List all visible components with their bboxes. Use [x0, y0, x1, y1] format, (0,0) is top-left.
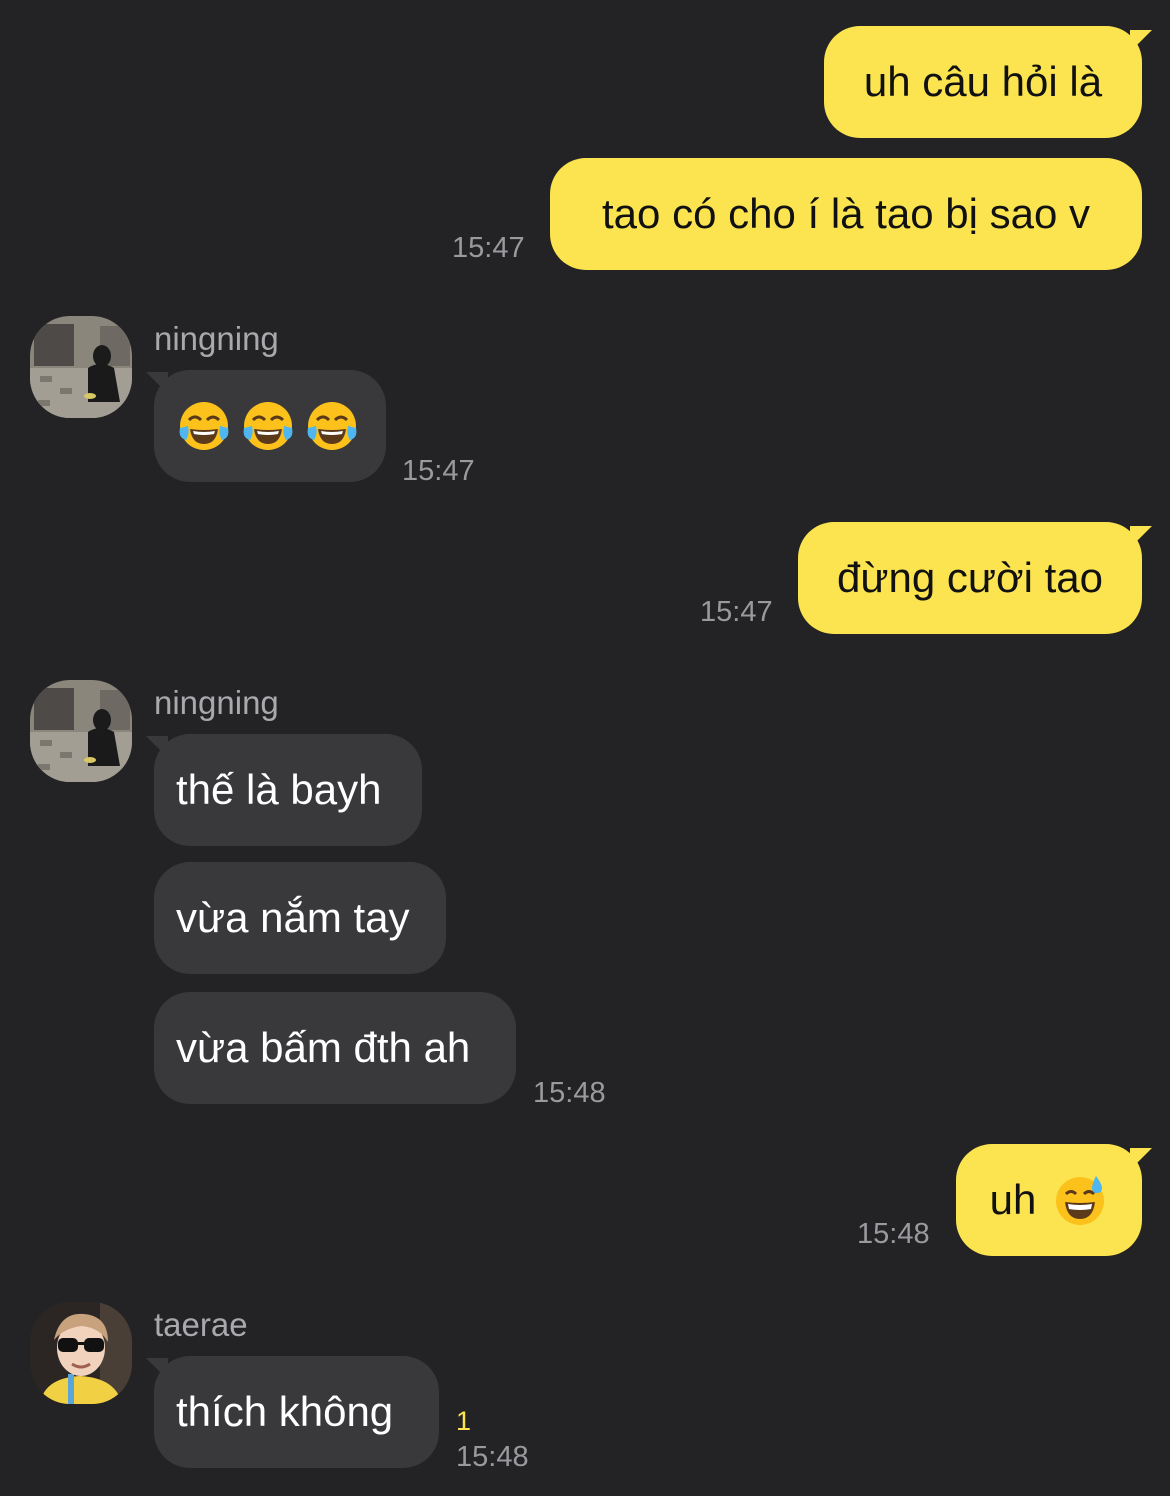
- sender-name: ningning: [154, 320, 279, 357]
- message-timestamp: 15:47: [700, 596, 773, 628]
- bubble-tail: [1130, 1148, 1152, 1170]
- message-text: uh câu hỏi là: [863, 58, 1103, 105]
- their-message-bubble[interactable]: vừa nắm tay: [154, 862, 446, 974]
- avatar-ningning[interactable]: [30, 680, 132, 782]
- avatar-ningning[interactable]: [30, 316, 132, 418]
- my-message-bubble[interactable]: uh câu hỏi là: [824, 26, 1142, 138]
- message-timestamp: 15:48: [857, 1218, 930, 1250]
- face-with-tears-of-joy-emoji: [179, 402, 229, 450]
- avatar-photo: [30, 680, 132, 782]
- message-text: uh: [989, 1176, 1037, 1223]
- bubble-tail: [1130, 30, 1152, 52]
- their-message-bubble[interactable]: thích không: [154, 1356, 439, 1468]
- message-timestamp: 15:47: [452, 232, 525, 264]
- message-timestamp: 15:47: [402, 455, 475, 487]
- their-message-bubble[interactable]: thế là bayh: [154, 734, 422, 846]
- face-with-tears-of-joy-emoji: [243, 402, 293, 450]
- unread-count: 1: [456, 1406, 472, 1436]
- their-message-bubble[interactable]: vừa bấm đth ah: [154, 992, 516, 1104]
- sender-name: ningning: [154, 684, 279, 721]
- avatar-photo: [30, 1302, 132, 1404]
- message-text: vừa nắm tay: [176, 894, 410, 941]
- my-message-bubble[interactable]: tao có cho í là tao bị sao v: [550, 158, 1142, 270]
- grinning-face-with-sweat-emoji: [1056, 1176, 1105, 1225]
- their-message-bubble[interactable]: [154, 370, 386, 482]
- my-message-bubble[interactable]: đừng cười tao: [798, 522, 1142, 634]
- avatar-photo: [30, 316, 132, 418]
- bubble-tail: [1130, 526, 1152, 548]
- message-text: đừng cười tao: [837, 554, 1103, 601]
- avatar-taerae[interactable]: [30, 1302, 132, 1404]
- message-timestamp: 15:48: [533, 1077, 606, 1109]
- message-timestamp: 15:48: [456, 1441, 529, 1473]
- message-text: tao có cho í là tao bị sao v: [602, 190, 1090, 237]
- face-with-tears-of-joy-emoji: [307, 402, 357, 450]
- sender-name: taerae: [154, 1306, 248, 1343]
- message-text: thế là bayh: [176, 766, 382, 813]
- my-message-bubble[interactable]: uh: [956, 1144, 1142, 1256]
- message-text: vừa bấm đth ah: [176, 1024, 471, 1071]
- message-text: thích không: [176, 1388, 394, 1435]
